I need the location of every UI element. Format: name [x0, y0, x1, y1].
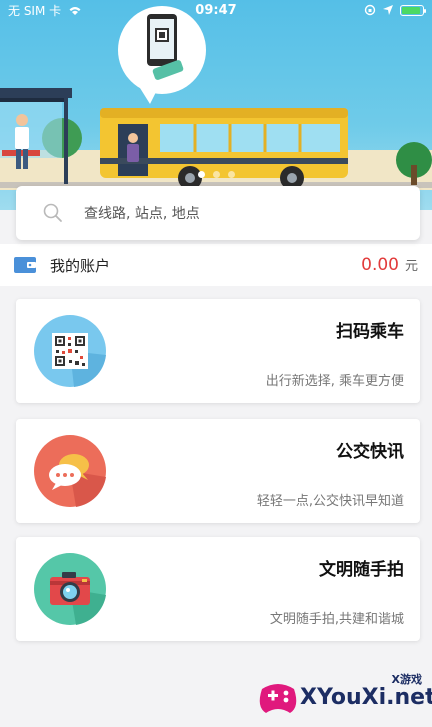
- card-title: 文明随手拍: [319, 560, 404, 580]
- bus-stop-illustration: [0, 6, 432, 190]
- search-icon: [43, 203, 62, 222]
- carousel-dot: [227, 171, 235, 178]
- qr-code-icon: [34, 315, 106, 387]
- card-title: 公交快讯: [336, 442, 404, 462]
- carousel-dot: [197, 171, 205, 178]
- wallet-icon: [14, 257, 36, 273]
- account-row[interactable]: 我的账户 0.00 元: [0, 244, 432, 286]
- card-subtitle: 文明随手拍,共建和谐城: [269, 612, 404, 627]
- balance-unit: 元: [404, 259, 418, 274]
- account-balance: 0.00 元: [361, 255, 418, 275]
- card-title: 扫码乘车: [336, 322, 404, 342]
- status-bar: 无 SIM 卡 09:47: [0, 0, 432, 20]
- battery-level: [402, 6, 420, 14]
- account-label: 我的账户: [50, 256, 111, 275]
- search-bar[interactable]: 查线路, 站点, 地点: [16, 186, 420, 240]
- watermark-text: XYouXi.net: [300, 685, 432, 710]
- card-subtitle: 出行新选择, 乘车更方便: [265, 374, 404, 389]
- location-arrow-icon: [383, 5, 393, 15]
- battery-icon: [400, 4, 426, 16]
- camera-icon: [34, 553, 106, 625]
- banner-carousel[interactable]: [0, 0, 432, 210]
- carousel-dot: [212, 171, 220, 178]
- carrier-label: 无 SIM 卡: [8, 3, 62, 18]
- civil-photo-card[interactable]: 文明随手拍 文明随手拍,共建和谐城: [16, 537, 420, 641]
- balance-amount: 0.00: [361, 255, 399, 275]
- search-placeholder: 查线路, 站点, 地点: [84, 206, 200, 222]
- gamepad-icon: [259, 684, 297, 713]
- card-subtitle: 轻轻一点,公交快讯早知道: [256, 494, 404, 509]
- watermark-logo: X游戏 XYouXi.net: [256, 671, 432, 723]
- chat-bubble-icon: [34, 435, 106, 507]
- carousel-indicator: [0, 171, 432, 178]
- scan-ride-card[interactable]: 扫码乘车 出行新选择, 乘车更方便: [16, 299, 420, 403]
- bus-news-card[interactable]: 公交快讯 轻轻一点,公交快讯早知道: [16, 419, 420, 523]
- wifi-icon: [69, 7, 81, 15]
- lock-rotation-icon: [364, 4, 376, 16]
